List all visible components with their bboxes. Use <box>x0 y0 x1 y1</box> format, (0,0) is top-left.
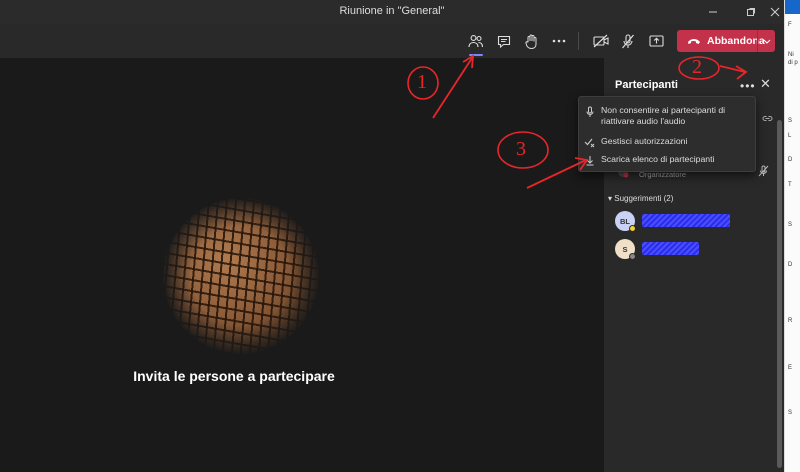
strip-text: D <box>788 262 793 268</box>
strip-text: Ni <box>788 52 794 58</box>
suggestions-header-label: Suggerimenti (2) <box>614 194 674 203</box>
strip-text: L <box>788 133 792 139</box>
raise-hand-icon[interactable] <box>518 29 544 53</box>
mic-off-icon[interactable] <box>615 29 641 53</box>
meeting-avatar-image <box>163 198 319 354</box>
status-dot <box>629 225 636 232</box>
menu-item-label: Scarica elenco di partecipanti <box>601 154 715 164</box>
redacted-name <box>642 214 730 227</box>
strip-text: E <box>788 365 793 371</box>
title-bar: Riunione in "General" <box>0 0 784 24</box>
meeting-stage: Invita le persone a partecipare <box>0 58 603 472</box>
avatar-initials: S <box>622 244 628 254</box>
redacted-name <box>642 242 699 255</box>
leave-options-chevron-icon[interactable] <box>757 30 775 52</box>
menu-item-disable-unmute[interactable]: Non consentire ai partecipanti di riatti… <box>579 105 755 127</box>
strip-text: S <box>788 222 793 228</box>
maximize-icon[interactable] <box>738 0 764 24</box>
link-icon[interactable] <box>762 110 773 128</box>
share-screen-icon[interactable] <box>643 29 669 53</box>
meeting-toolbar: Abbandona <box>0 24 784 58</box>
leave-button[interactable]: Abbandona <box>677 30 775 52</box>
participants-options-menu: Non consentire ai partecipanti di riatti… <box>578 96 756 172</box>
chevron-down-icon: ▾ <box>608 194 613 203</box>
strip-text: S <box>788 410 793 416</box>
camera-off-icon[interactable] <box>588 29 614 53</box>
strip-text: F <box>788 22 792 28</box>
suggested-person[interactable]: S <box>615 239 775 263</box>
more-icon[interactable] <box>546 29 572 53</box>
background-window-header <box>785 0 800 14</box>
panel-title: Partecipanti <box>615 79 678 91</box>
panel-more-icon[interactable]: ••• <box>740 79 756 93</box>
chat-icon[interactable] <box>491 29 517 53</box>
strip-text: T <box>788 182 792 188</box>
permissions-icon <box>579 136 601 148</box>
status-dot <box>629 253 636 260</box>
avatar: BL <box>615 211 636 232</box>
download-icon <box>579 154 601 166</box>
menu-item-download-list[interactable]: Scarica elenco di partecipanti <box>579 154 755 166</box>
avatar-initials: BL <box>620 216 630 226</box>
strip-text: R <box>788 318 793 324</box>
menu-item-manage-permissions[interactable]: Gestisci autorizzazioni <box>579 136 755 148</box>
avatar: S <box>615 239 636 260</box>
background-window-strip: F Ni di p S L D T S D R E S <box>784 0 800 472</box>
panel-close-icon[interactable]: ✕ <box>760 76 771 92</box>
panel-scrollbar[interactable] <box>777 120 782 468</box>
invite-message: Invita le persone a partecipare <box>133 368 335 384</box>
strip-text: D <box>788 157 793 163</box>
strip-text: S <box>788 118 793 124</box>
menu-item-label: Gestisci autorizzazioni <box>601 136 688 146</box>
mic-icon <box>579 105 601 118</box>
suggestions-header[interactable]: ▾ Suggerimenti (2) <box>608 194 673 203</box>
toolbar-divider <box>578 32 579 50</box>
suggested-person[interactable]: BL <box>615 211 775 235</box>
participants-icon[interactable] <box>463 29 489 56</box>
menu-item-label: Non consentire ai partecipanti di riatti… <box>601 105 726 126</box>
mic-muted-icon <box>758 164 769 182</box>
window-title: Riunione in "General" <box>339 5 445 17</box>
hang-up-icon <box>688 39 700 44</box>
strip-text: di p <box>788 60 798 66</box>
minimize-icon[interactable] <box>700 0 726 24</box>
